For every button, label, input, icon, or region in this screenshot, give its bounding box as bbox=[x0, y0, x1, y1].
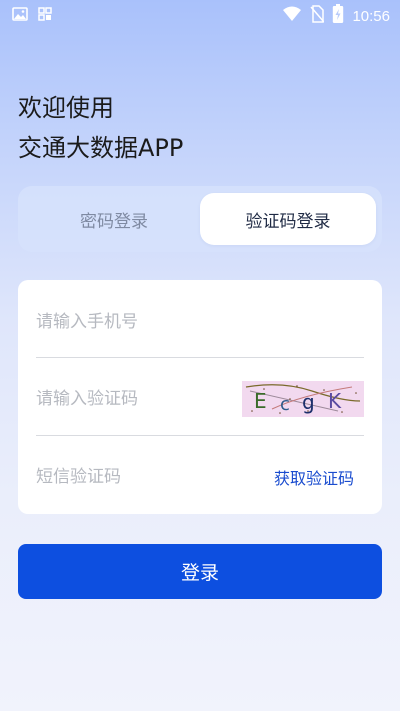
status-bar-right: 10:56 bbox=[282, 4, 390, 28]
wifi-icon bbox=[282, 6, 302, 26]
captcha-row: E c g K bbox=[36, 369, 364, 429]
status-bar-left bbox=[12, 6, 52, 25]
svg-text:K: K bbox=[328, 389, 342, 413]
svg-text:E: E bbox=[254, 389, 267, 413]
divider bbox=[36, 357, 364, 358]
app-grid-icon bbox=[38, 6, 52, 25]
captcha-image[interactable]: E c g K bbox=[242, 381, 364, 417]
svg-text:c: c bbox=[280, 394, 290, 415]
status-time: 10:56 bbox=[352, 7, 390, 25]
login-button[interactable]: 登录 bbox=[18, 544, 382, 599]
welcome-heading: 欢迎使用 交通大数据APP bbox=[18, 88, 183, 168]
no-sim-icon bbox=[310, 5, 326, 27]
welcome-line: 欢迎使用 bbox=[18, 94, 114, 122]
login-mode-tabs: 密码登录 验证码登录 bbox=[18, 186, 382, 252]
tab-password-login[interactable]: 密码登录 bbox=[26, 193, 202, 245]
phone-row bbox=[36, 292, 364, 352]
tab-sms-login[interactable]: 验证码登录 bbox=[200, 193, 376, 245]
sms-code-row: 获取验证码 bbox=[36, 447, 364, 507]
image-icon bbox=[12, 6, 28, 25]
app-name-line: 交通大数据APP bbox=[18, 134, 184, 162]
divider bbox=[36, 435, 364, 436]
status-bar: 10:56 bbox=[0, 0, 400, 28]
get-code-button[interactable]: 获取验证码 bbox=[274, 447, 354, 507]
phone-input[interactable] bbox=[36, 292, 236, 352]
battery-charging-icon bbox=[332, 4, 344, 28]
svg-text:g: g bbox=[302, 390, 315, 414]
login-form-card: E c g K 获取验证码 bbox=[18, 280, 382, 514]
captcha-input[interactable] bbox=[36, 369, 236, 429]
sms-code-input[interactable] bbox=[36, 447, 236, 507]
